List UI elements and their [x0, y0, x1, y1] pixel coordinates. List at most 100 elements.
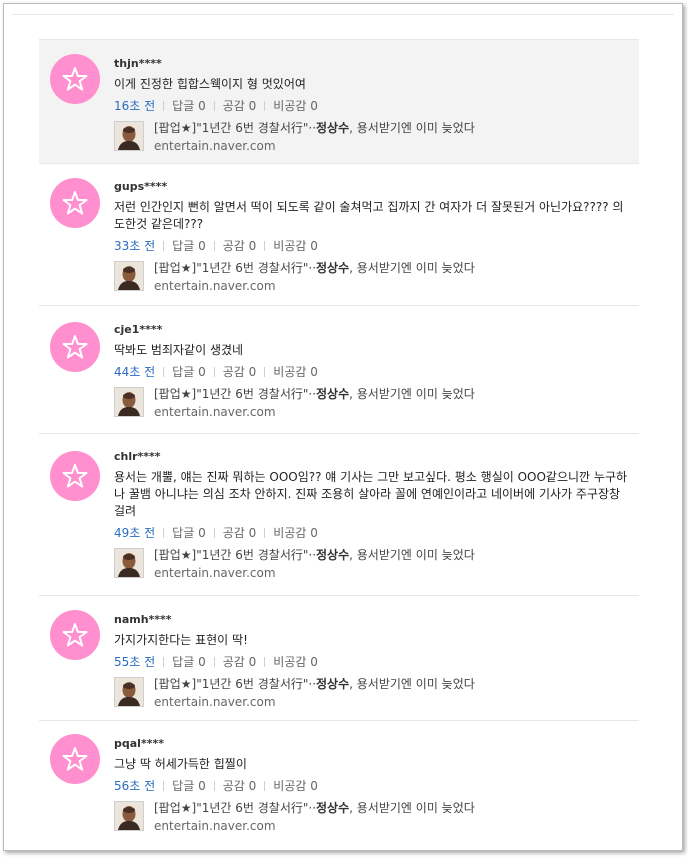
like-button[interactable]: 공감 0 [223, 365, 257, 379]
article-title: [팝업★]"1년간 6번 경찰서行"··정상수, 용서받기엔 이미 늦었다 [154, 261, 475, 275]
comment-meta: 56초 전 답글 0 공감 0 비공감 0 [114, 778, 629, 794]
divider [264, 367, 266, 377]
comment-text: 이게 진정한 힙합스웩이지 형 멋있어여 [114, 77, 306, 91]
article-url: entertain.naver.com [154, 819, 276, 833]
divider [163, 241, 165, 251]
divider [213, 657, 215, 667]
comment-username[interactable]: thjn**** [114, 55, 629, 72]
reply-label: 답글 [172, 365, 195, 379]
comment-content: gups**** 저런 인간인지 뻔히 알면서 떡이 되도록 같이 술쳐먹고 집… [114, 178, 629, 297]
dislike-button[interactable]: 비공감 0 [273, 365, 318, 379]
like-label: 공감 [222, 99, 245, 113]
divider [213, 241, 215, 251]
like-count: 0 [248, 526, 257, 540]
avatar[interactable] [50, 178, 100, 228]
divider [163, 367, 165, 377]
comment-text: 저런 인간인지 뻔히 알면서 떡이 되도록 같이 술쳐먹고 집까지 간 여자가 … [114, 200, 624, 231]
comment-item: namh**** 가지가지한다는 표현이 딱! 55초 전 답글 0 공감 0 비공감… [39, 595, 639, 720]
comment-time: 56초 전 [114, 779, 156, 793]
comment-time: 33초 전 [114, 239, 156, 253]
like-button[interactable]: 공감 0 [223, 779, 257, 793]
comment-text: 가지가지한다는 표현이 딱! [114, 633, 248, 647]
dislike-button[interactable]: 비공감 0 [273, 99, 318, 113]
comment-text: 용서는 개뿔, 얘는 진짜 뭐하는 OOO임?? 얘 기사는 그만 보고싶다. … [114, 470, 628, 518]
reply-button[interactable]: 답글 0 [172, 99, 206, 113]
article-link[interactable]: [팝업★]"1년간 6번 경찰서行"··정상수, 용서받기엔 이미 늦었다 en… [114, 261, 629, 297]
person-photo-icon [115, 388, 143, 416]
reply-button[interactable]: 답글 0 [172, 526, 206, 540]
comment-text: 딱봐도 범죄자같이 생겼네 [114, 343, 244, 357]
comment-content: namh**** 가지가지한다는 표현이 딱! 55초 전 답글 0 공감 0 비공감… [114, 611, 629, 713]
comment-meta: 55초 전 답글 0 공감 0 비공감 0 [114, 654, 629, 670]
person-photo-icon [115, 678, 143, 706]
top-divider [12, 14, 674, 15]
avatar[interactable] [50, 734, 100, 784]
comment-time: 49초 전 [114, 526, 156, 540]
divider [264, 657, 266, 667]
article-link[interactable]: [팝업★]"1년간 6번 경찰서行"··정상수, 용서받기엔 이미 늦었다 en… [114, 677, 629, 713]
reply-button[interactable]: 답글 0 [172, 239, 206, 253]
reply-button[interactable]: 답글 0 [172, 365, 206, 379]
reply-button[interactable]: 답글 0 [172, 779, 206, 793]
star-icon [62, 464, 88, 488]
article-url: entertain.naver.com [154, 566, 276, 580]
reply-label: 답글 [172, 655, 195, 669]
article-link[interactable]: [팝업★]"1년간 6번 경찰서行"··정상수, 용서받기엔 이미 늦었다 en… [114, 121, 629, 157]
star-icon [62, 747, 88, 771]
person-photo-icon [115, 122, 143, 150]
reply-label: 답글 [172, 526, 195, 540]
like-label: 공감 [222, 779, 245, 793]
avatar[interactable] [50, 54, 100, 104]
dislike-label: 비공감 [273, 99, 307, 113]
divider [264, 528, 266, 538]
divider [163, 528, 165, 538]
dislike-button[interactable]: 비공감 0 [273, 655, 318, 669]
divider [163, 657, 165, 667]
dislike-count: 0 [310, 99, 318, 113]
comment-username[interactable]: gups**** [114, 178, 629, 195]
star-icon [62, 191, 88, 215]
person-photo-icon [115, 549, 143, 577]
avatar[interactable] [50, 451, 100, 501]
article-thumbnail [114, 387, 144, 417]
avatar[interactable] [50, 322, 100, 372]
comment-username[interactable]: pqal**** [114, 735, 629, 752]
comment-username[interactable]: namh**** [114, 611, 629, 628]
like-button[interactable]: 공감 0 [223, 99, 257, 113]
article-url: entertain.naver.com [154, 695, 276, 709]
comment-meta: 33초 전 답글 0 공감 0 비공감 0 [114, 238, 629, 254]
article-thumbnail [114, 801, 144, 831]
capture-frame: thjn**** 이게 진정한 힙합스웩이지 형 멋있어여 16초 전 답글 0공… [3, 3, 683, 851]
article-link[interactable]: [팝업★]"1년간 6번 경찰서行"··정상수, 용서받기엔 이미 늦었다 en… [114, 801, 629, 837]
like-button[interactable]: 공감 0 [223, 526, 257, 540]
article-title: [팝업★]"1년간 6번 경찰서行"··정상수, 용서받기엔 이미 늦었다 [154, 677, 475, 691]
divider [264, 101, 266, 111]
star-icon [62, 335, 88, 359]
comment-username[interactable]: chlr**** [114, 448, 629, 465]
avatar[interactable] [50, 610, 100, 660]
like-count: 0 [248, 365, 257, 379]
dislike-label: 비공감 [273, 526, 307, 540]
like-button[interactable]: 공감 0 [223, 655, 257, 669]
dislike-button[interactable]: 비공감 0 [273, 526, 318, 540]
comment-text: 그냥 딱 허세가득한 힙찔이 [114, 757, 247, 771]
like-label: 공감 [222, 655, 245, 669]
reply-label: 답글 [172, 239, 195, 253]
dislike-count: 0 [310, 365, 318, 379]
divider [213, 101, 215, 111]
comment-username[interactable]: cje1**** [114, 321, 629, 338]
article-title: [팝업★]"1년간 6번 경찰서行"··정상수, 용서받기엔 이미 늦었다 [154, 548, 475, 562]
dislike-button[interactable]: 비공감 0 [273, 779, 318, 793]
like-button[interactable]: 공감 0 [223, 239, 257, 253]
reply-button[interactable]: 답글 0 [172, 655, 206, 669]
dislike-button[interactable]: 비공감 0 [273, 239, 318, 253]
comment-item: cje1**** 딱봐도 범죄자같이 생겼네 44초 전 답글 0 공감 0 비공감 … [39, 305, 639, 433]
article-title: [팝업★]"1년간 6번 경찰서行"··정상수, 용서받기엔 이미 늦었다 [154, 387, 475, 401]
like-label: 공감 [222, 239, 245, 253]
dislike-label: 비공감 [273, 779, 307, 793]
like-count: 0 [248, 99, 257, 113]
star-icon [62, 623, 88, 647]
dislike-label: 비공감 [273, 239, 307, 253]
article-link[interactable]: [팝업★]"1년간 6번 경찰서行"··정상수, 용서받기엔 이미 늦었다 en… [114, 387, 629, 423]
article-link[interactable]: [팝업★]"1년간 6번 경찰서行"··정상수, 용서받기엔 이미 늦었다 en… [114, 548, 629, 584]
